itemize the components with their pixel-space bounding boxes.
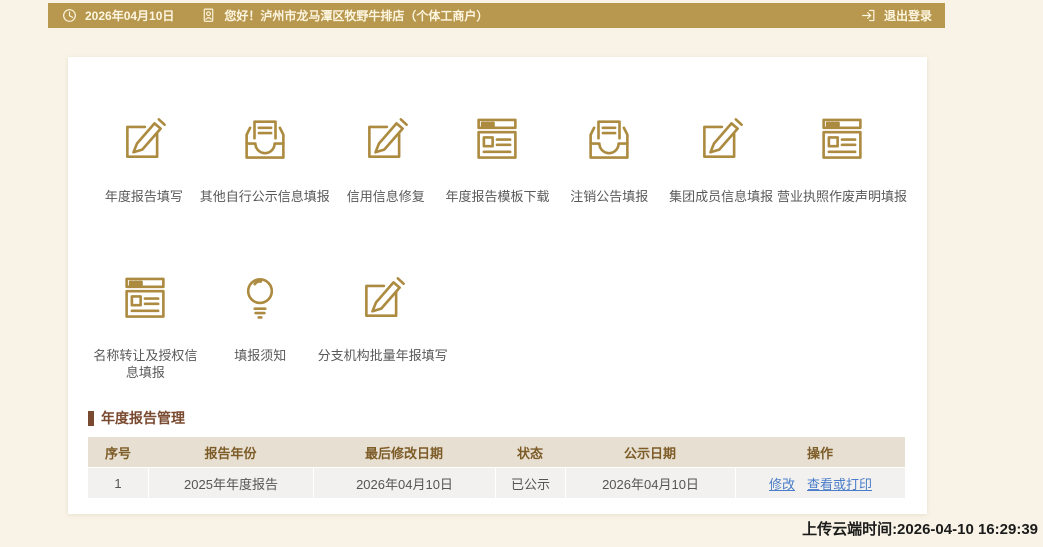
browser-icon <box>469 112 525 168</box>
launcher-item-other-publicity-info[interactable]: 其他自行公示信息填报 <box>200 112 330 205</box>
launcher-label: 注销公告填报 <box>570 189 649 204</box>
launcher-item-annual-report-fill[interactable]: 年度报告填写 <box>88 112 200 205</box>
edit-icon <box>116 112 172 168</box>
cell-report-year: 2025年年度报告 <box>148 468 313 498</box>
launcher-item-report-template-download[interactable]: 年度报告模板下载 <box>442 112 554 205</box>
user-icon <box>200 7 217 24</box>
launcher-label: 分支机构批量年报填写 <box>317 348 448 363</box>
table-header-row: 序号 报告年份 最后修改日期 状态 公示日期 操作 <box>88 437 905 467</box>
upload-cloud-time: 上传云端时间:2026-04-10 16:29:39 <box>802 521 1038 538</box>
launcher-row-1: 年度报告填写 其他自行公示信息填报 信用信息修复 年度报告模板下载 注销公告填报… <box>88 112 907 205</box>
header-seq: 序号 <box>104 445 131 461</box>
launcher-item-cancellation-notice[interactable]: 注销公告填报 <box>553 112 665 205</box>
launcher-label: 年度报告填写 <box>104 189 183 204</box>
cell-status: 已公示 <box>495 468 565 498</box>
edit-icon <box>693 112 749 168</box>
bulb-icon <box>232 271 288 327</box>
browser-icon <box>117 271 173 327</box>
modify-link[interactable]: 修改 <box>769 474 795 493</box>
launcher-item-license-void-declaration[interactable]: 营业执照作废声明填报 <box>777 112 907 205</box>
launcher-label: 名称转让及授权信息填报 <box>93 348 198 380</box>
launcher-label: 信用信息修复 <box>346 189 425 204</box>
header-last-modified: 最后修改日期 <box>364 445 443 461</box>
current-date: 2026年04月10日 <box>85 9 175 23</box>
cell-publish-date: 2026年04月10日 <box>565 468 735 498</box>
inbox-icon <box>581 112 637 168</box>
launcher-label: 营业执照作废声明填报 <box>776 189 907 204</box>
topbar-greeting-group: 您好！泸州市龙马潭区牧野牛排店（个体工商户） <box>200 7 488 24</box>
topbar: 2026年04月10日 您好！泸州市龙马潭区牧野牛排店（个体工商户） 退出登录 <box>48 3 945 28</box>
topbar-date-group: 2026年04月10日 <box>61 7 174 24</box>
edit-icon <box>358 112 414 168</box>
cell-last-modified: 2026年04月10日 <box>313 468 495 498</box>
launcher-item-name-transfer-authorization[interactable]: 名称转让及授权信息填报 <box>88 271 203 381</box>
launcher-label: 填报须知 <box>234 348 287 363</box>
launcher-row-2: 名称转让及授权信息填报 填报须知 分支机构批量年报填写 <box>88 271 907 381</box>
inbox-icon <box>237 112 293 168</box>
browser-icon <box>814 112 870 168</box>
logout-label: 退出登录 <box>883 9 932 23</box>
cell-actions: 修改 查看或打印 <box>735 468 905 498</box>
view-or-print-link[interactable]: 查看或打印 <box>807 474 872 493</box>
header-actions: 操作 <box>806 445 833 461</box>
launcher-label: 年度报告模板下载 <box>445 189 550 204</box>
launcher-item-branch-batch-annual-report[interactable]: 分支机构批量年报填写 <box>318 271 448 381</box>
logout-icon <box>860 7 877 24</box>
annual-report-management-section: 年度报告管理 序号 报告年份 最后修改日期 状态 公示日期 操作 1 2025年… <box>88 408 907 498</box>
user-greeting: 您好！泸州市龙马潭区牧野牛排店（个体工商户） <box>224 9 489 23</box>
section-title-text: 年度报告管理 <box>101 410 185 426</box>
logout-button[interactable]: 退出登录 <box>860 7 932 24</box>
header-status: 状态 <box>516 445 543 461</box>
cell-seq: 1 <box>114 475 122 491</box>
clock-icon <box>61 7 78 24</box>
main-card: 年度报告填写 其他自行公示信息填报 信用信息修复 年度报告模板下载 注销公告填报… <box>68 57 927 514</box>
header-report-year: 报告年份 <box>204 445 257 461</box>
table-row: 1 2025年年度报告 2026年04月10日 已公示 2026年04月10日 … <box>88 468 905 498</box>
edit-icon <box>355 271 411 327</box>
launcher-label: 集团成员信息填报 <box>669 189 774 204</box>
launcher-item-credit-repair[interactable]: 信用信息修复 <box>330 112 442 205</box>
launcher-item-filing-instructions[interactable]: 填报须知 <box>203 271 318 381</box>
annual-report-table: 序号 报告年份 最后修改日期 状态 公示日期 操作 1 2025年年度报告 20… <box>88 437 905 498</box>
header-publish-date: 公示日期 <box>623 445 676 461</box>
launcher-item-group-member-info[interactable]: 集团成员信息填报 <box>665 112 777 205</box>
launcher-label: 其他自行公示信息填报 <box>199 189 330 204</box>
section-title: 年度报告管理 <box>88 408 907 428</box>
section-marker <box>88 410 94 426</box>
